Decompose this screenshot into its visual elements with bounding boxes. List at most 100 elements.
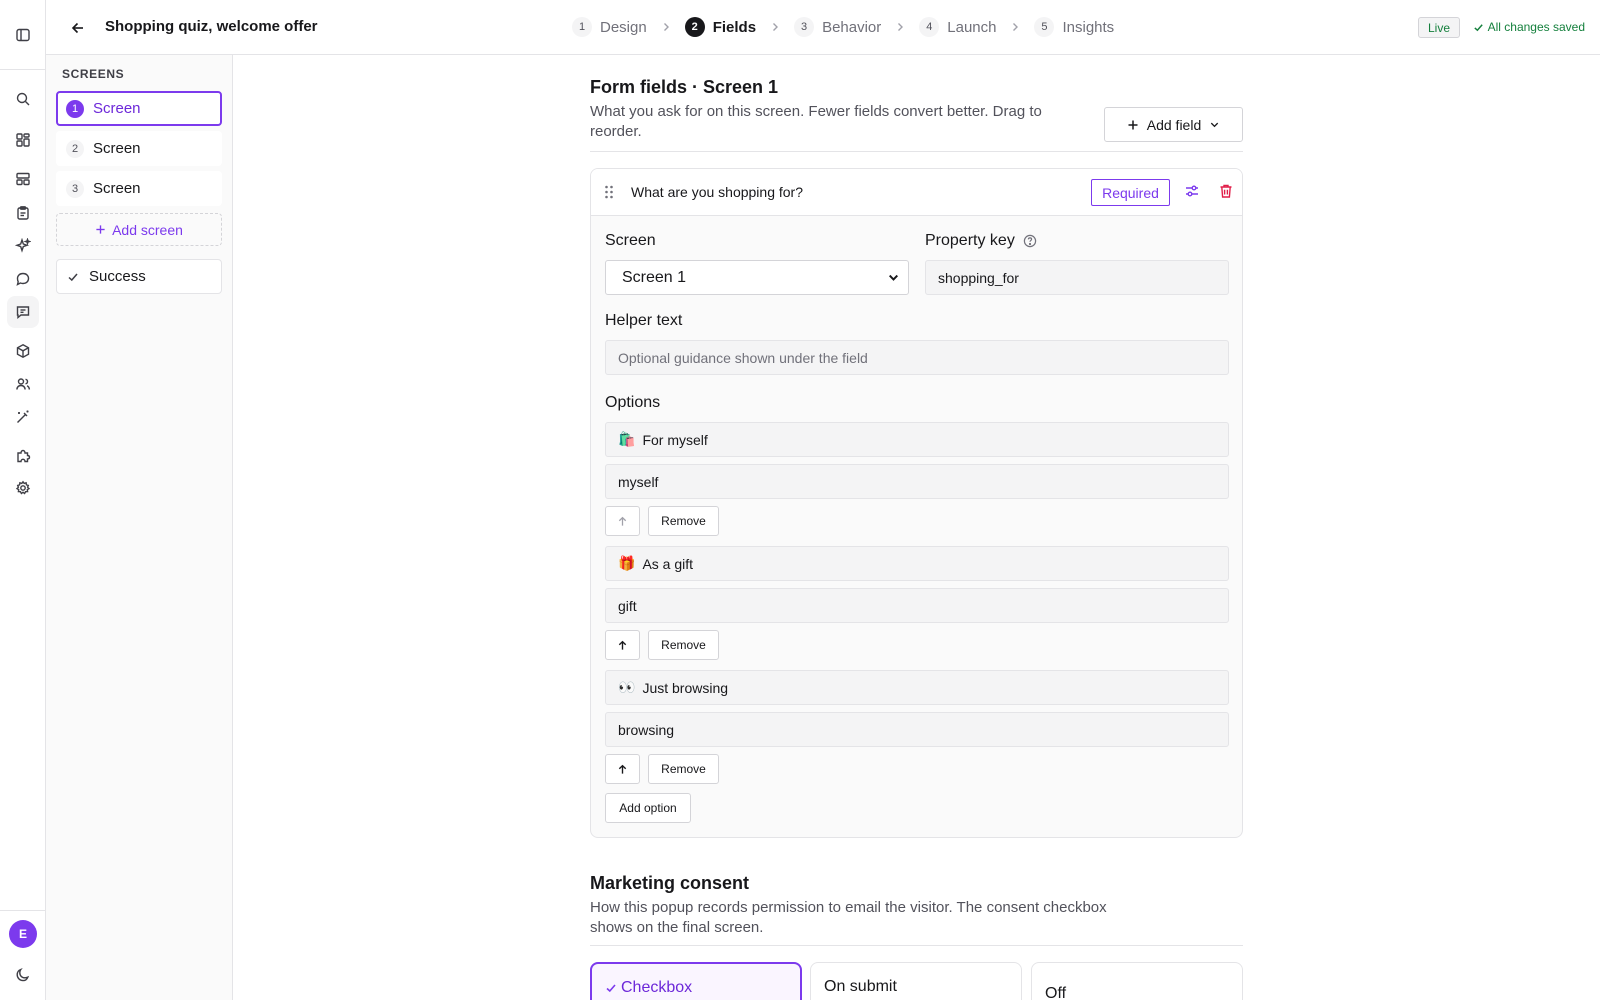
chevron-right-icon: [661, 22, 671, 32]
consent-option-title: Checkbox: [605, 979, 692, 997]
step-fields[interactable]: 2 Fields: [684, 17, 756, 37]
option-label-input[interactable]: 👀 Just browsing: [605, 670, 1229, 705]
form-fields-description: What you ask for on this screen. Fewer f…: [590, 103, 1042, 140]
screen-field-label: Screen: [605, 232, 656, 249]
field-card: What are you shopping for? Required Scre…: [590, 168, 1243, 838]
property-key-label: Property key: [925, 232, 1015, 249]
remove-option-button[interactable]: Remove: [648, 630, 719, 660]
move-up-button[interactable]: [605, 630, 640, 660]
settings-icon[interactable]: [7, 472, 39, 504]
property-key-input[interactable]: shopping_for: [925, 260, 1229, 295]
package-icon[interactable]: [7, 335, 39, 367]
option-value-input[interactable]: browsing: [605, 712, 1229, 747]
options-label: Options: [605, 394, 661, 411]
shopping-bag-emoji: 🛍️: [618, 431, 636, 447]
screen-label: Screen: [93, 180, 141, 197]
option-label-text: As a gift: [642, 555, 694, 572]
step-number: 4: [919, 17, 940, 37]
step-label: Insights: [1062, 18, 1115, 36]
add-option-button[interactable]: Add option: [605, 793, 691, 823]
page-title: Shopping quiz, welcome offer: [105, 18, 318, 35]
marketing-consent-description: How this popup records permission to ema…: [590, 899, 1107, 936]
save-status-text: All changes saved: [1487, 20, 1585, 34]
consent-option-on-submit[interactable]: On submit: [810, 962, 1022, 1000]
avatar[interactable]: E: [9, 920, 37, 948]
chevron-down-icon: [1209, 119, 1220, 130]
step-number: 5: [1034, 17, 1055, 37]
screen-number: 1: [66, 99, 84, 118]
clipboard-icon[interactable]: [7, 197, 39, 229]
marketing-consent-title: Marketing consent: [590, 873, 750, 893]
check-icon: [1473, 22, 1484, 33]
puzzle-icon[interactable]: [7, 440, 39, 472]
screen-select-value: Screen 1: [622, 268, 687, 286]
plus-icon: [95, 224, 106, 235]
step-design[interactable]: 1 Design: [572, 17, 647, 37]
consent-option-title: Off: [1045, 985, 1066, 1000]
divider: [590, 151, 1243, 152]
form-fields-header: Form fields · Screen 1 What you ask for …: [590, 77, 1070, 142]
check-icon: [67, 271, 79, 283]
field-settings-icon[interactable]: [1184, 183, 1202, 201]
rail-divider: [0, 910, 45, 911]
help-icon[interactable]: [1023, 234, 1037, 248]
screen-item-2[interactable]: 2 Screen: [56, 131, 222, 166]
live-status-badge: Live: [1417, 17, 1460, 38]
add-screen-button[interactable]: Add screen: [56, 213, 222, 246]
screens-heading: SCREENS: [62, 67, 125, 81]
remove-option-button[interactable]: Remove: [648, 506, 719, 536]
search-icon[interactable]: [7, 83, 39, 115]
chat-bubble-icon[interactable]: [7, 263, 39, 295]
option-label-input[interactable]: 🛍️ For myself: [605, 422, 1229, 457]
message-square-icon[interactable]: [7, 296, 39, 328]
consent-option-checkbox[interactable]: Checkbox: [590, 962, 802, 1000]
option-value-input[interactable]: myself: [605, 464, 1229, 499]
screen-label: Screen: [93, 140, 141, 157]
arrow-up-icon: [617, 516, 628, 527]
back-arrow-icon[interactable]: [66, 16, 90, 40]
option-label-input[interactable]: 🎁 As a gift: [605, 546, 1229, 581]
drag-handle-icon[interactable]: [603, 184, 615, 200]
required-toggle[interactable]: Required: [1091, 179, 1170, 206]
screen-item-1[interactable]: 1 Screen: [56, 91, 222, 126]
consent-option-off[interactable]: Off: [1031, 962, 1243, 1000]
chevron-right-icon: [895, 22, 905, 32]
step-launch[interactable]: 4 Launch: [919, 17, 996, 37]
sparkles-icon[interactable]: [7, 230, 39, 262]
add-screen-label: Add screen: [112, 221, 183, 238]
chevron-right-icon: [1010, 22, 1020, 32]
trash-icon[interactable]: [1218, 183, 1236, 201]
screen-number: 2: [66, 139, 84, 158]
option-value-input[interactable]: gift: [605, 588, 1229, 623]
screen-item-3[interactable]: 3 Screen: [56, 171, 222, 206]
step-behavior[interactable]: 3 Behavior: [794, 17, 881, 37]
move-up-button[interactable]: [605, 754, 640, 784]
layout-icon[interactable]: [7, 163, 39, 195]
screen-select[interactable]: Screen 1: [605, 260, 909, 295]
divider: [590, 945, 1243, 946]
screen-number: 3: [66, 179, 84, 198]
helper-text-input[interactable]: Optional guidance shown under the field: [605, 340, 1229, 375]
add-field-button[interactable]: Add field: [1104, 107, 1243, 142]
users-icon[interactable]: [7, 368, 39, 400]
field-card-header: What are you shopping for? Required: [591, 169, 1242, 216]
consent-option-title: On submit: [824, 978, 897, 996]
chevron-down-icon: [887, 271, 900, 284]
success-screen-item[interactable]: Success: [56, 259, 222, 294]
screen-label: Screen: [93, 100, 141, 117]
helper-text-label: Helper text: [605, 312, 683, 329]
dashboard-icon[interactable]: [7, 124, 39, 156]
consent-option-label: Checkbox: [621, 979, 693, 996]
remove-option-button[interactable]: Remove: [648, 754, 719, 784]
step-insights[interactable]: 5 Insights: [1034, 17, 1114, 37]
magic-wand-icon[interactable]: [7, 401, 39, 433]
moon-icon[interactable]: [7, 959, 39, 991]
check-icon: [605, 982, 617, 994]
chevron-right-icon: [770, 22, 780, 32]
panel-toggle-icon[interactable]: [15, 27, 31, 43]
consent-option-label: On submit: [824, 978, 897, 995]
form-fields-title: Form fields · Screen 1: [590, 77, 779, 97]
property-key-label-row: Property key: [925, 232, 1037, 250]
step-label: Design: [600, 18, 647, 36]
move-up-button[interactable]: [605, 506, 640, 536]
